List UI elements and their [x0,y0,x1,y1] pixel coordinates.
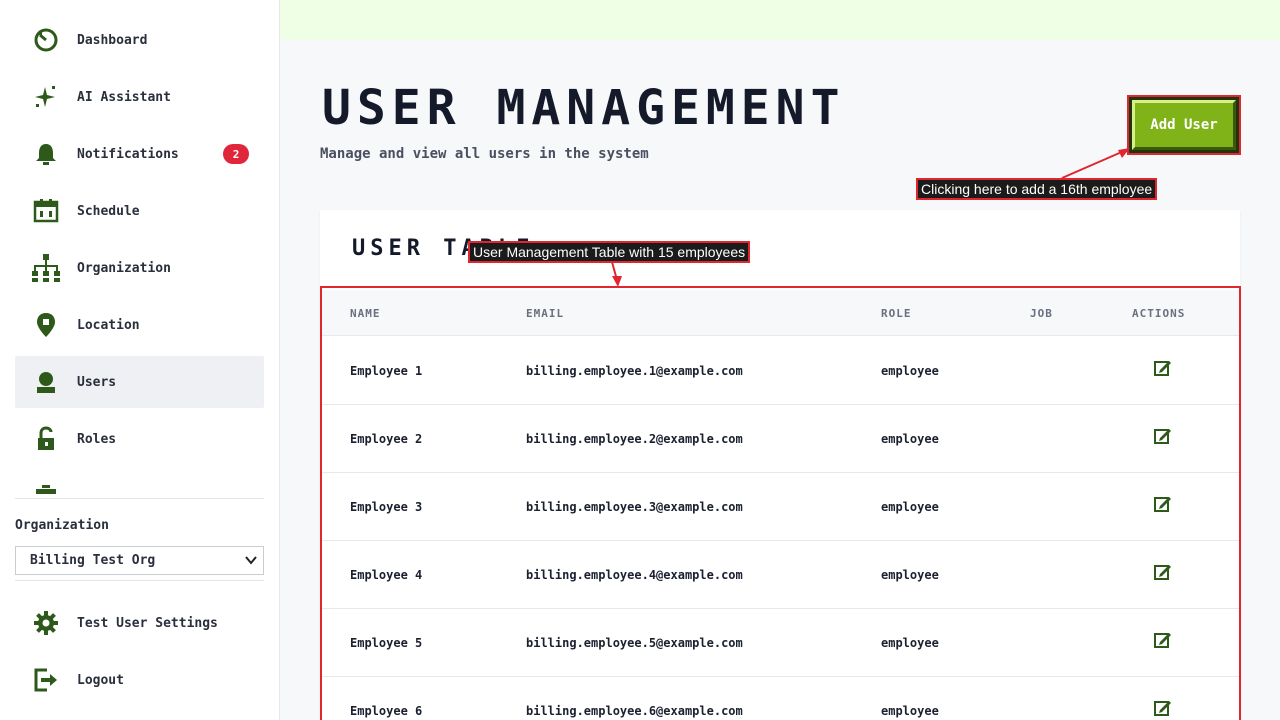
cell-name: Employee 3 [350,500,423,514]
sidebar-item-label: AI Assistant [77,89,171,105]
page-title: USER MANAGEMENT [322,80,846,136]
cell-name: Employee 4 [350,568,423,582]
edit-icon[interactable] [1154,699,1172,717]
sidebar-item-more[interactable] [15,470,264,494]
sidebar-item-label: Users [77,374,117,390]
table-row: Employee 6 billing.employee.6@example.co… [320,677,1240,720]
table-row: Employee 2 billing.employee.2@example.co… [320,405,1240,473]
organization-select[interactable]: Billing Test Org [15,546,264,575]
edit-icon[interactable] [1154,495,1172,513]
sidebar-item-settings[interactable]: Test User Settings [15,597,264,649]
user-table-card: USER TABLE NAME EMAIL ROLE JOB ACTIONS E… [320,210,1240,720]
sidebar-nav: Dashboard AI Assistant Notifications 2 S… [15,14,264,494]
sidebar-item-logout[interactable]: Logout [15,654,264,706]
edit-icon[interactable] [1154,563,1172,581]
page-subtitle: Manage and view all users in the system [320,146,649,162]
cell-name: Employee 5 [350,636,423,650]
cell-email: billing.employee.5@example.com [526,636,743,650]
sidebar-item-label: Notifications [77,146,179,162]
edit-icon[interactable] [1154,427,1172,445]
sidebar: Dashboard AI Assistant Notifications 2 S… [0,0,280,720]
table-annotation: User Management Table with 15 employees [468,241,751,263]
notification-count-badge: 2 [223,144,249,164]
calendar-icon [30,195,62,227]
organization-selected-value: Billing Test Org [30,553,156,568]
briefcase-icon [30,480,62,494]
sidebar-item-dashboard[interactable]: Dashboard [15,14,264,66]
cell-name: Employee 6 [350,704,423,718]
sidebar-item-label: Dashboard [77,32,148,48]
table-row: Employee 3 billing.employee.3@example.co… [320,473,1240,541]
gear-icon [30,607,62,639]
cell-role: employee [881,636,939,650]
organization-label: Organization [15,518,109,533]
sidebar-item-users[interactable]: Users [15,356,264,408]
settings-label: Test User Settings [77,615,218,631]
table-row: Employee 1 billing.employee.1@example.co… [320,337,1240,405]
cell-name: Employee 1 [350,364,423,378]
sidebar-item-label: Organization [77,260,171,276]
sidebar-item-label: Location [77,317,140,333]
dashboard-icon [30,24,62,56]
column-header-email: EMAIL [526,307,565,320]
cell-role: employee [881,500,939,514]
logout-icon [30,664,62,696]
logout-label: Logout [77,672,124,688]
sidebar-item-label: Roles [77,431,117,447]
cell-role: employee [881,364,939,378]
edit-icon[interactable] [1154,631,1172,649]
table-row: Employee 5 billing.employee.5@example.co… [320,609,1240,677]
column-header-job: JOB [1030,307,1053,320]
cell-email: billing.employee.4@example.com [526,568,743,582]
sparkle-icon [30,81,62,113]
chevron-down-icon [244,553,258,571]
edit-icon[interactable] [1154,359,1172,377]
cell-email: billing.employee.2@example.com [526,432,743,446]
cell-role: employee [881,432,939,446]
user-icon [30,366,62,398]
table-header: NAME EMAIL ROLE JOB ACTIONS [320,290,1240,336]
cell-email: billing.employee.3@example.com [526,500,743,514]
cell-role: employee [881,568,939,582]
lock-icon [30,423,62,455]
sidebar-item-label: Schedule [77,203,140,219]
add-user-button-label: Add User [1132,100,1236,150]
column-header-role: ROLE [881,307,912,320]
add-user-button[interactable]: Add User [1128,96,1240,154]
sidebar-item-notifications[interactable]: Notifications 2 [15,128,264,180]
add-user-annotation: Clicking here to add a 16th employee [916,178,1158,200]
top-bar [280,0,1280,40]
cell-email: billing.employee.1@example.com [526,364,743,378]
cell-name: Employee 2 [350,432,423,446]
column-header-name: NAME [350,307,381,320]
sidebar-item-organization[interactable]: Organization [15,242,264,294]
cell-role: employee [881,704,939,718]
bell-icon [30,138,62,170]
column-header-actions: ACTIONS [1132,307,1186,320]
sidebar-divider [15,498,264,499]
sidebar-item-schedule[interactable]: Schedule [15,185,264,237]
table-row: Employee 4 billing.employee.4@example.co… [320,541,1240,609]
org-chart-icon [30,252,62,284]
location-pin-icon [30,309,62,341]
sidebar-item-ai-assistant[interactable]: AI Assistant [15,71,264,123]
sidebar-divider [15,580,264,581]
sidebar-item-location[interactable]: Location [15,299,264,351]
sidebar-item-roles[interactable]: Roles [15,413,264,465]
cell-email: billing.employee.6@example.com [526,704,743,718]
